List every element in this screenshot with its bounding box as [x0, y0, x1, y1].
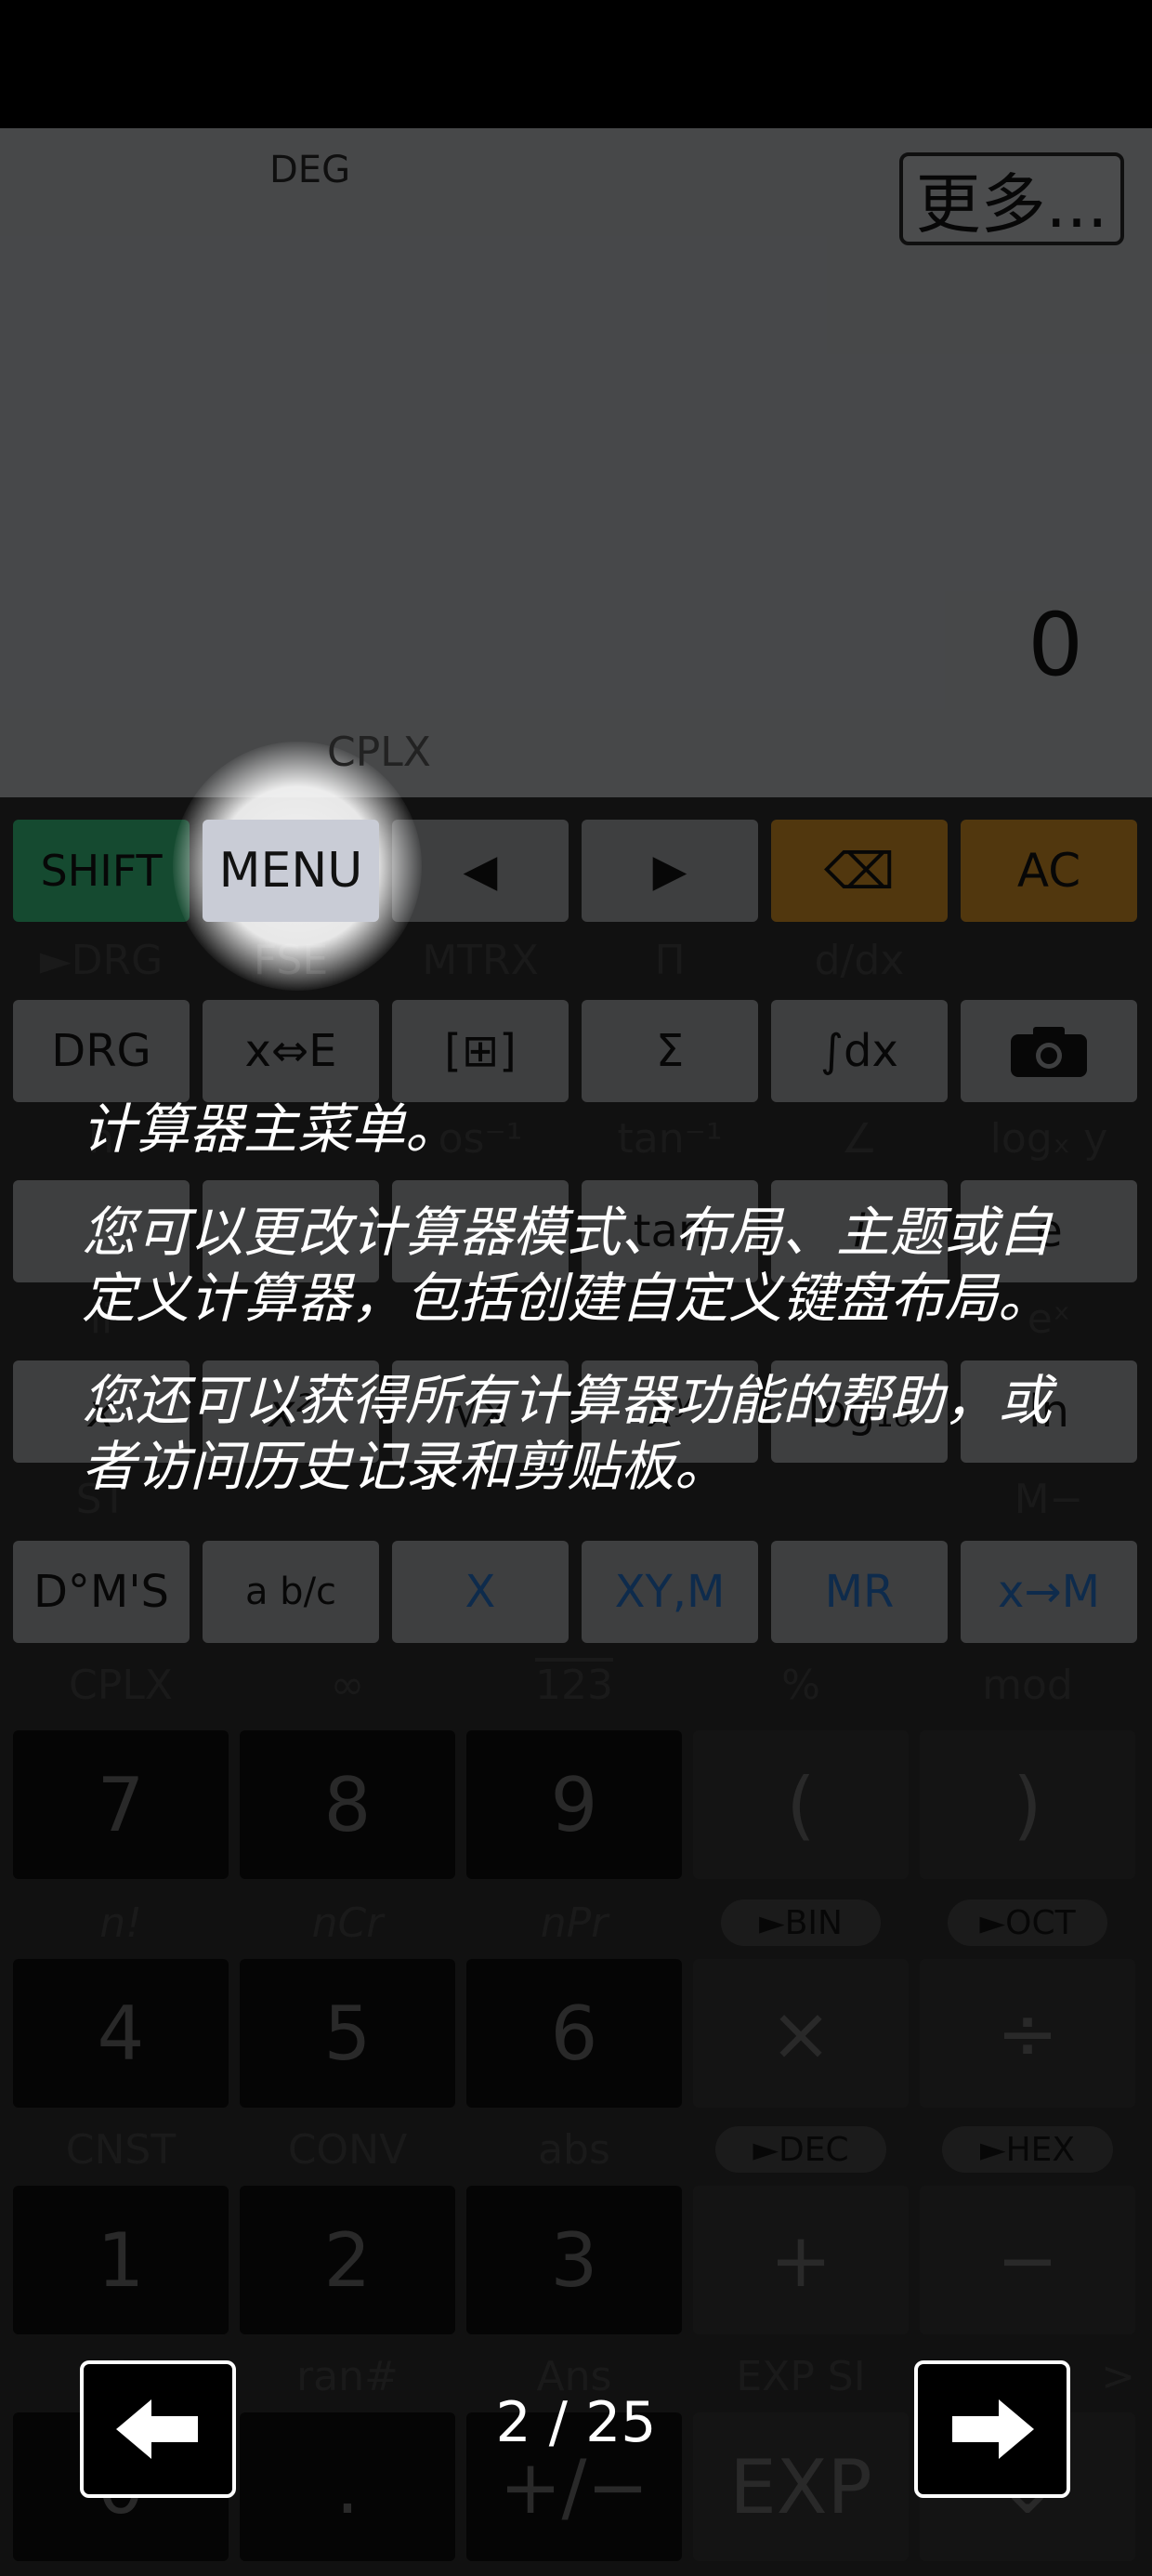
divide-key[interactable]: ÷	[920, 1959, 1135, 2108]
label-repeating: 123	[535, 1662, 613, 1709]
drg-key[interactable]: DRG	[13, 1000, 190, 1102]
tutorial-paragraph-2: 您还可以获得所有计算器功能的帮助，或者访问历史记录和剪贴板。	[82, 1369, 1053, 1498]
matrix-key[interactable]: [⊞]	[392, 1000, 569, 1102]
delete-key[interactable]: ⌫	[771, 820, 948, 922]
label-percent: %	[781, 1662, 820, 1709]
x-memory-key[interactable]: X	[392, 1541, 569, 1643]
label-infinity: ∞	[330, 1662, 365, 1709]
tutorial-text: 计算器主菜单。 您可以更改计算器模式、布局、主题或自定义计算器，包括创建自定义键…	[82, 1097, 1085, 1537]
label-ncr: nCr	[311, 1899, 384, 1947]
camera-icon	[1011, 1027, 1087, 1077]
shift-label-ddx: d/dx	[814, 937, 905, 984]
more-button[interactable]: 更多...	[899, 152, 1124, 245]
hex-button[interactable]: ►HEX	[942, 2126, 1113, 2173]
camera-key[interactable]	[961, 1000, 1137, 1102]
tutorial-title: 计算器主菜单。	[82, 1097, 460, 1161]
key-2[interactable]: 2	[240, 2186, 455, 2334]
label-conv: CONV	[287, 2126, 408, 2174]
fraction-key[interactable]: a b/c	[203, 1541, 379, 1643]
x-e-key[interactable]: x⇔E	[203, 1000, 379, 1102]
cplx-indicator: CPLX	[327, 729, 431, 776]
shift-label-pi: Π	[654, 937, 686, 984]
shift-label-mtrx: MTRX	[422, 937, 539, 984]
label-cplx: CPLX	[69, 1662, 173, 1709]
multiply-key[interactable]: ×	[693, 1959, 909, 2108]
bin-button[interactable]: ►BIN	[721, 1899, 881, 1946]
sigma-key[interactable]: Σ	[582, 1000, 758, 1102]
ac-key[interactable]: AC	[961, 820, 1137, 922]
angle-mode-indicator: DEG	[269, 149, 351, 191]
label-cnst: CNST	[65, 2126, 177, 2174]
key-5[interactable]: 5	[240, 1959, 455, 2108]
key-7[interactable]: 7	[13, 1730, 229, 1879]
label-abs: abs	[538, 2126, 610, 2174]
minus-key[interactable]: −	[920, 2186, 1135, 2334]
shift-key[interactable]: SHIFT	[13, 820, 190, 922]
label-npr: nPr	[540, 1899, 609, 1947]
cursor-right-key[interactable]: ▶	[582, 820, 758, 922]
key-3[interactable]: 3	[466, 2186, 682, 2334]
key-6[interactable]: 6	[466, 1959, 682, 2108]
next-button[interactable]	[914, 2360, 1070, 2498]
dec-button[interactable]: ►DEC	[715, 2126, 886, 2173]
tutorial-paragraph-1: 您可以更改计算器模式、布局、主题或自定义计算器，包括创建自定义键盘布局。	[82, 1200, 1053, 1330]
close-paren-key[interactable]: )	[920, 1730, 1135, 1879]
integral-key[interactable]: ∫dx	[771, 1000, 948, 1102]
shift-label-drg: ►DRG	[39, 937, 164, 984]
store-memory-key[interactable]: x→M	[961, 1541, 1137, 1643]
dms-key[interactable]: D°M'S	[13, 1541, 190, 1643]
status-bar	[0, 0, 1152, 128]
key-4[interactable]: 4	[13, 1959, 229, 2108]
label-factorial: n!	[99, 1899, 142, 1947]
plus-key[interactable]: +	[693, 2186, 909, 2334]
menu-key[interactable]: MENU	[203, 820, 379, 922]
result-display: 0	[1028, 595, 1083, 696]
mr-key[interactable]: MR	[771, 1541, 948, 1643]
open-paren-key[interactable]: (	[693, 1730, 909, 1879]
key-9[interactable]: 9	[466, 1730, 682, 1879]
arrow-right-icon	[952, 2399, 1034, 2459]
oct-button[interactable]: ►OCT	[948, 1899, 1107, 1946]
xym-key[interactable]: XY,M	[582, 1541, 758, 1643]
keypad: SHIFT ◀ ▶ ⌫ AC ►DRG FSE MTRX Π d/dx DRG …	[0, 797, 1152, 2576]
key-1[interactable]: 1	[13, 2186, 229, 2334]
label-mod: mod	[982, 1662, 1073, 1709]
key-8[interactable]: 8	[240, 1730, 455, 1879]
